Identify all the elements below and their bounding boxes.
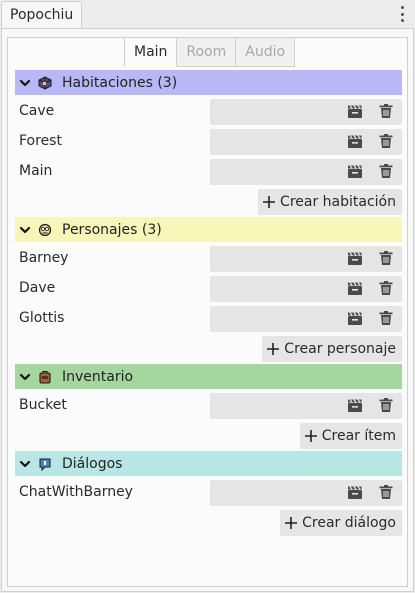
item-name[interactable]: Dave xyxy=(19,280,55,296)
item-field xyxy=(210,276,402,302)
list-item[interactable]: Forest xyxy=(15,127,402,157)
section-title: Habitaciones (3) xyxy=(62,74,178,91)
item-name[interactable]: ChatWithBarney xyxy=(19,484,133,500)
item-field xyxy=(210,99,402,125)
chevron-down-icon[interactable] xyxy=(19,77,31,89)
section-header-characters[interactable]: Personajes (3) xyxy=(15,217,402,242)
create-button-label: Crear habitación xyxy=(280,194,396,210)
tab-audio[interactable]: Audio xyxy=(236,37,296,67)
chevron-down-icon[interactable] xyxy=(19,371,31,383)
plus-icon xyxy=(266,342,280,356)
open-scene-icon[interactable] xyxy=(346,162,364,180)
create-button-label: Crear personaje xyxy=(284,341,396,357)
open-scene-icon[interactable] xyxy=(346,396,364,414)
create-row: Crear habitación xyxy=(15,187,402,217)
delete-icon[interactable] xyxy=(377,162,395,180)
create-row: Crear personaje xyxy=(15,334,402,364)
tab-main-label: Main xyxy=(134,44,168,60)
dialog-icon xyxy=(38,457,52,471)
create-row: Crear ítem xyxy=(15,421,402,451)
chevron-down-icon[interactable] xyxy=(19,224,31,236)
item-name[interactable]: Barney xyxy=(19,250,68,266)
popochiu-panel: Main Room Audio Habitaciones (3) Cave Fore… xyxy=(1,28,414,592)
list-item[interactable]: Main xyxy=(15,157,402,187)
item-field xyxy=(210,159,402,185)
dock-options-icon[interactable] xyxy=(399,6,405,22)
section-title: Personajes (3) xyxy=(62,221,162,238)
open-scene-icon[interactable] xyxy=(346,132,364,150)
create-characters-button[interactable]: Crear personaje xyxy=(262,336,402,362)
delete-icon[interactable] xyxy=(377,102,395,120)
delete-icon[interactable] xyxy=(377,483,395,501)
main-tab-container: Main Room Audio Habitaciones (3) Cave Fore… xyxy=(7,37,408,587)
tab-bar: Main Room Audio xyxy=(124,37,296,67)
section-header-rooms[interactable]: Habitaciones (3) xyxy=(15,70,402,95)
list-item[interactable]: Bucket xyxy=(15,391,402,421)
delete-icon[interactable] xyxy=(377,249,395,267)
inventory-icon xyxy=(38,370,52,384)
create-button-label: Crear diálogo xyxy=(302,515,396,531)
item-field xyxy=(210,129,402,155)
open-scene-icon[interactable] xyxy=(346,249,364,267)
delete-icon[interactable] xyxy=(377,279,395,297)
item-name[interactable]: Forest xyxy=(19,133,62,149)
open-scene-icon[interactable] xyxy=(346,102,364,120)
chevron-down-icon[interactable] xyxy=(19,458,31,470)
item-field xyxy=(210,480,402,506)
item-field xyxy=(210,306,402,332)
list-item[interactable]: ChatWithBarney xyxy=(15,478,402,508)
create-inventory-button[interactable]: Crear ítem xyxy=(299,423,402,449)
plus-icon xyxy=(304,429,318,443)
item-field xyxy=(210,393,402,419)
dock-tab-popochiu[interactable]: Popochiu xyxy=(1,1,83,28)
character-icon xyxy=(38,223,52,237)
create-button-label: Crear ítem xyxy=(321,428,396,444)
tab-room-label: Room xyxy=(186,44,227,60)
item-field xyxy=(210,246,402,272)
list-item[interactable]: Glottis xyxy=(15,304,402,334)
section-header-inventory[interactable]: Inventario xyxy=(15,364,402,389)
item-name[interactable]: Glottis xyxy=(19,310,64,326)
room-icon xyxy=(38,75,52,90)
list-item[interactable]: Barney xyxy=(15,244,402,274)
sections-list: Habitaciones (3) Cave Forest Main Crear habi… xyxy=(15,70,402,538)
tab-main[interactable]: Main xyxy=(124,37,178,67)
item-name[interactable]: Cave xyxy=(19,103,54,119)
list-item[interactable]: Dave xyxy=(15,274,402,304)
plus-icon xyxy=(262,195,276,209)
create-row: Crear diálogo xyxy=(15,508,402,538)
create-dialogs-button[interactable]: Crear diálogo xyxy=(280,510,402,536)
delete-icon[interactable] xyxy=(377,396,395,414)
plus-icon xyxy=(284,516,298,530)
dock-tab-label: Popochiu xyxy=(10,7,74,23)
item-name[interactable]: Bucket xyxy=(19,397,67,413)
tab-room[interactable]: Room xyxy=(177,37,237,67)
open-scene-icon[interactable] xyxy=(346,279,364,297)
delete-icon[interactable] xyxy=(377,309,395,327)
delete-icon[interactable] xyxy=(377,132,395,150)
item-name[interactable]: Main xyxy=(19,163,52,179)
create-rooms-button[interactable]: Crear habitación xyxy=(258,189,402,215)
section-header-dialogs[interactable]: Diálogos xyxy=(15,451,402,476)
section-title: Diálogos xyxy=(62,455,123,472)
section-title: Inventario xyxy=(62,368,134,385)
tab-audio-label: Audio xyxy=(245,44,286,60)
open-scene-icon[interactable] xyxy=(346,309,364,327)
list-item[interactable]: Cave xyxy=(15,97,402,127)
open-scene-icon[interactable] xyxy=(346,483,364,501)
